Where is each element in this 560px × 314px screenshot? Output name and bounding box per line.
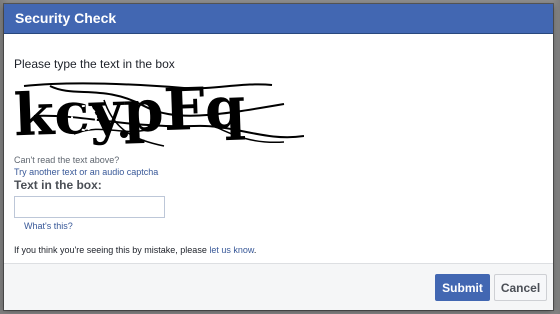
cant-read-text: Can't read the text above? (14, 155, 120, 165)
submit-button[interactable]: Submit (435, 274, 490, 301)
dialog-title: Security Check (4, 4, 553, 34)
captcha-image: kcypFq (14, 76, 304, 148)
dialog-body: Please type the text in the box kcypFq C… (4, 34, 553, 262)
mistake-notice-text: If you think you're seeing this by mista… (14, 245, 210, 255)
dialog-footer: Submit Cancel (4, 263, 553, 310)
text-in-box-label: Text in the box: (14, 178, 102, 192)
captcha-instruction: Please type the text in the box (14, 57, 175, 71)
let-us-know-link[interactable]: let us know (209, 245, 254, 255)
captcha-graphic: kcypFq (14, 76, 304, 148)
try-another-captcha-link[interactable]: Try another text or an audio captcha (14, 167, 158, 177)
mistake-notice-end: . (253, 245, 257, 255)
whats-this-link[interactable]: What's this? (24, 221, 73, 231)
captcha-text-input[interactable] (14, 196, 165, 218)
security-check-dialog: Security Check Please type the text in t… (4, 4, 553, 310)
mistake-notice: If you think you're seeing this by mista… (14, 245, 256, 255)
cancel-button[interactable]: Cancel (494, 274, 547, 301)
